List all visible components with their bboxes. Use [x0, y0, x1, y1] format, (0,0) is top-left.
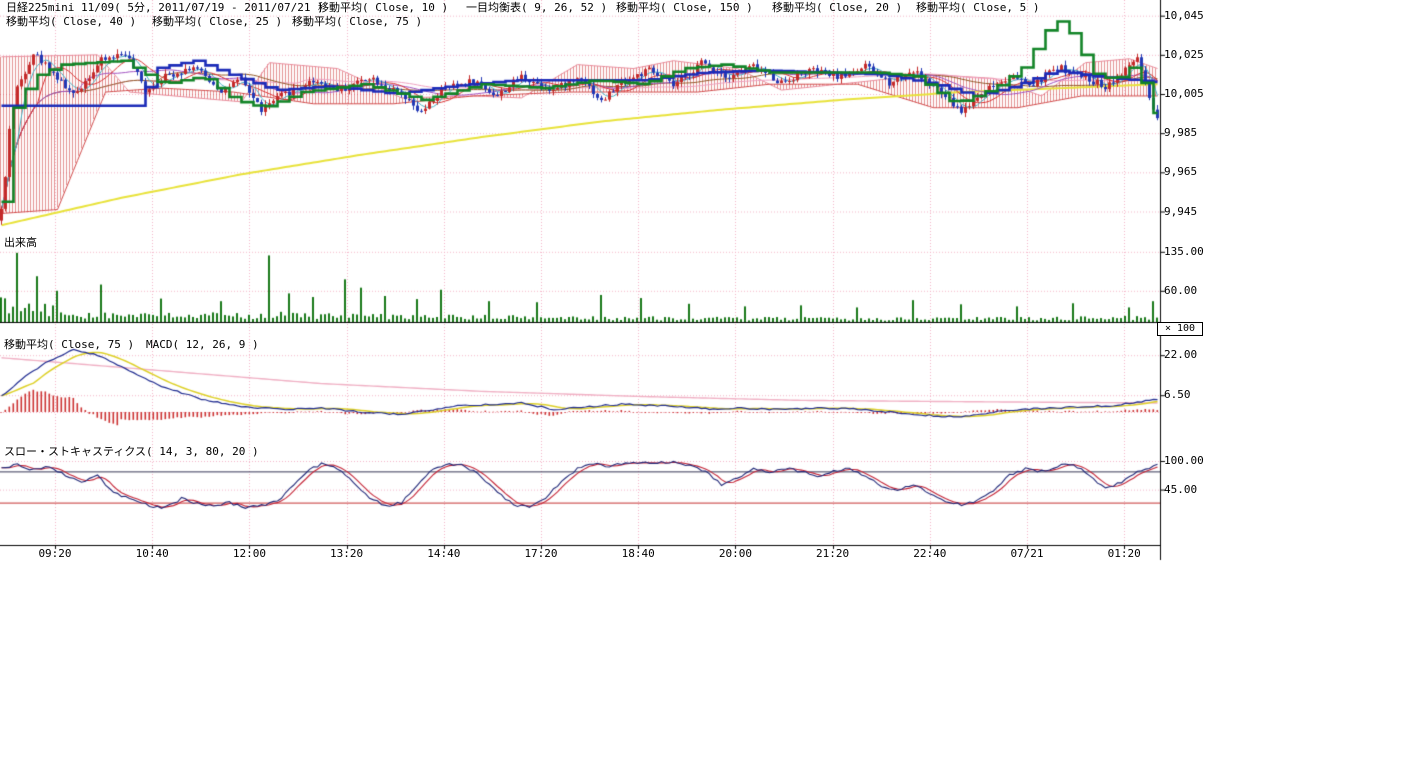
price-axis-tick: 9,965	[1164, 166, 1197, 178]
time-axis-label: 07/21	[1005, 548, 1049, 560]
price-axis-tick: 10,005	[1164, 88, 1204, 100]
stoch-axis-tick: 100.00	[1164, 455, 1204, 467]
trading-chart-window: 出来高 × 100 移動平均( Close, 75 ) MACD( 12, 26…	[0, 0, 1408, 768]
time-axis-label: 13:20	[325, 548, 369, 560]
time-axis-label: 01:20	[1102, 548, 1146, 560]
time-axis-label: 21:20	[811, 548, 855, 560]
legend-item: 日経225mini 11/09( 5分, 2011/07/19 - 2011/0…	[6, 2, 324, 14]
time-axis-label: 12:00	[227, 548, 271, 560]
price-axis-tick: 10,025	[1164, 49, 1204, 61]
legend-item: 移動平均( Close, 20 )	[772, 2, 902, 14]
volume-scale-box: × 100	[1157, 322, 1203, 336]
time-axis-label: 14:40	[422, 548, 466, 560]
volume-axis-tick: 135.00	[1164, 246, 1204, 258]
macd-axis-tick: 6.50	[1164, 389, 1191, 401]
time-axis-label: 17:20	[519, 548, 563, 560]
volume-axis-tick: 60.00	[1164, 285, 1197, 297]
price-axis-tick: 10,045	[1164, 10, 1204, 22]
legend-item: 移動平均( Close, 10 )	[318, 2, 448, 14]
legend-item: 移動平均( Close, 25 )	[152, 16, 282, 28]
volume-panel-label: 出来高	[4, 237, 37, 249]
stoch-axis-tick: 45.00	[1164, 484, 1197, 496]
time-axis-label: 18:40	[616, 548, 660, 560]
macd-label: MACD( 12, 26, 9 )	[146, 339, 259, 351]
time-axis-label: 09:20	[33, 548, 77, 560]
time-axis-label: 10:40	[130, 548, 174, 560]
chart-canvas[interactable]	[0, 0, 1408, 768]
time-axis-label: 20:00	[713, 548, 757, 560]
macd-axis-tick: 22.00	[1164, 349, 1197, 361]
legend-item: 移動平均( Close, 40 )	[6, 16, 136, 28]
legend-item: 一目均衡表( 9, 26, 52 )	[466, 2, 607, 14]
price-axis-tick: 9,945	[1164, 206, 1197, 218]
stochastics-label: スロー・ストキャスティクス( 14, 3, 80, 20 )	[4, 446, 259, 458]
legend-item: 移動平均( Close, 150 )	[616, 2, 753, 14]
legend-item: 移動平均( Close, 5 )	[916, 2, 1039, 14]
macd-ma-label: 移動平均( Close, 75 )	[4, 339, 134, 351]
time-axis-label: 22:40	[908, 548, 952, 560]
legend-item: 移動平均( Close, 75 )	[292, 16, 422, 28]
price-axis-tick: 9,985	[1164, 127, 1197, 139]
